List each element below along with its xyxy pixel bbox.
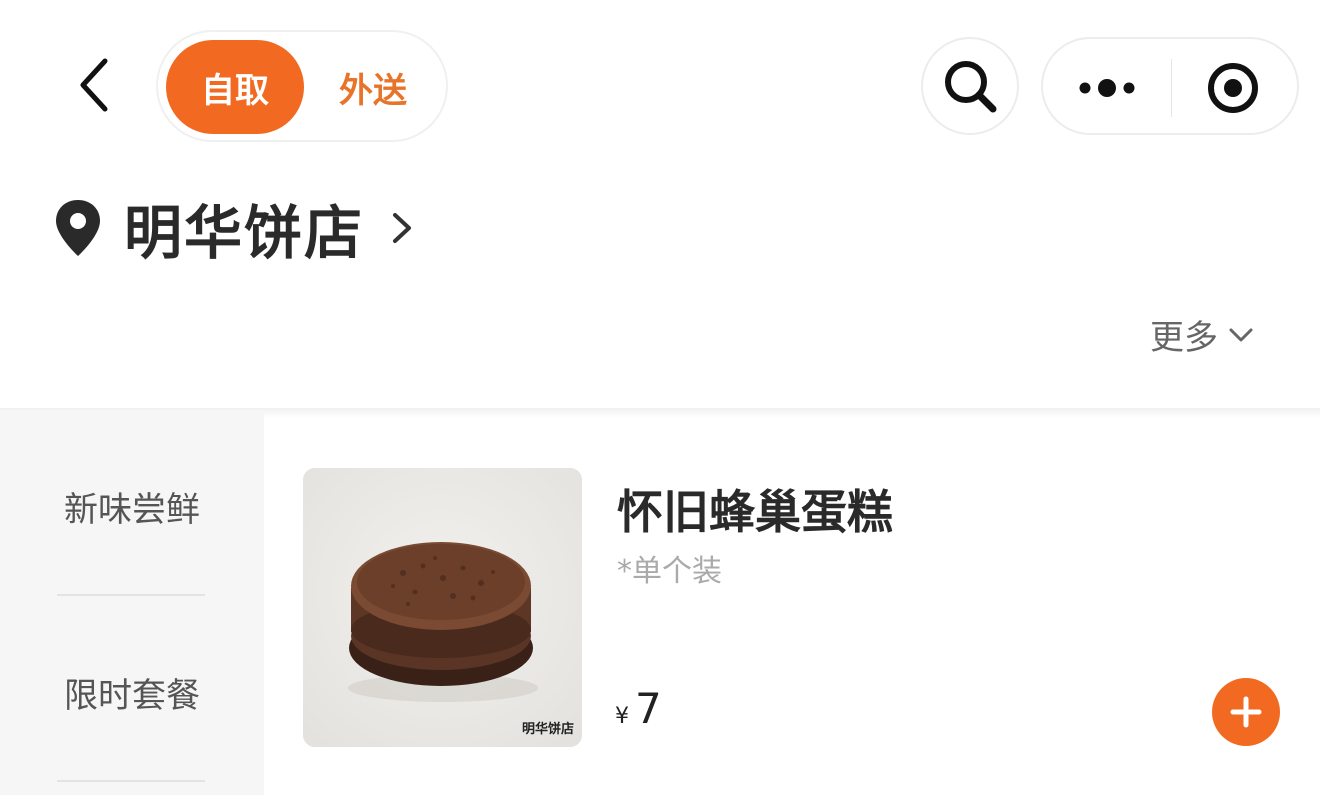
currency-symbol: ¥ xyxy=(615,704,629,729)
honeycomb-cake-illustration xyxy=(303,468,582,747)
store-selector[interactable]: 明华饼店 xyxy=(54,190,414,267)
sidebar-divider xyxy=(57,780,205,782)
product-price: ¥ 7 xyxy=(615,684,662,733)
price-value: 7 xyxy=(635,684,662,733)
product-card[interactable]: 明华饼店 怀旧蜂巢蛋糕 *单个装 ¥ 7 xyxy=(303,468,1303,748)
target-icon xyxy=(1208,63,1258,113)
product-description: *单个装 xyxy=(617,554,722,589)
plus-icon xyxy=(1230,696,1262,728)
tab-delivery[interactable]: 外送 xyxy=(308,40,438,134)
chevron-right-icon xyxy=(393,213,412,243)
close-program-button[interactable] xyxy=(1201,59,1265,117)
more-menu-button[interactable] xyxy=(1069,63,1145,113)
back-button[interactable] xyxy=(60,50,130,120)
more-dots-icon xyxy=(1079,79,1135,97)
brand-watermark: 明华饼店 xyxy=(521,722,574,737)
product-image: 明华饼店 xyxy=(303,468,582,747)
location-pin-icon xyxy=(56,200,100,256)
pickup-delivery-toggle: 自取 外送 xyxy=(156,30,448,142)
more-filter-button[interactable]: 更多 xyxy=(1150,310,1254,359)
search-button[interactable] xyxy=(921,37,1019,135)
capsule-divider xyxy=(1171,59,1172,117)
tab-pickup[interactable]: 自取 xyxy=(166,40,304,134)
sidebar-item-limited-combo[interactable]: 限时套餐 xyxy=(0,668,264,717)
store-name: 明华饼店 xyxy=(124,199,365,267)
chevron-down-icon xyxy=(1229,328,1253,341)
mini-program-capsule xyxy=(1041,37,1299,135)
add-to-cart-button[interactable] xyxy=(1212,678,1280,746)
search-icon xyxy=(945,61,997,113)
sidebar-divider xyxy=(57,594,205,596)
category-sidebar: 新味尝鲜 限时套餐 xyxy=(0,410,264,795)
product-name: 怀旧蜂巢蛋糕 xyxy=(617,485,893,539)
back-arrow-icon xyxy=(80,58,108,112)
more-label: 更多 xyxy=(1150,318,1218,358)
sidebar-item-new-flavors[interactable]: 新味尝鲜 xyxy=(0,482,264,531)
